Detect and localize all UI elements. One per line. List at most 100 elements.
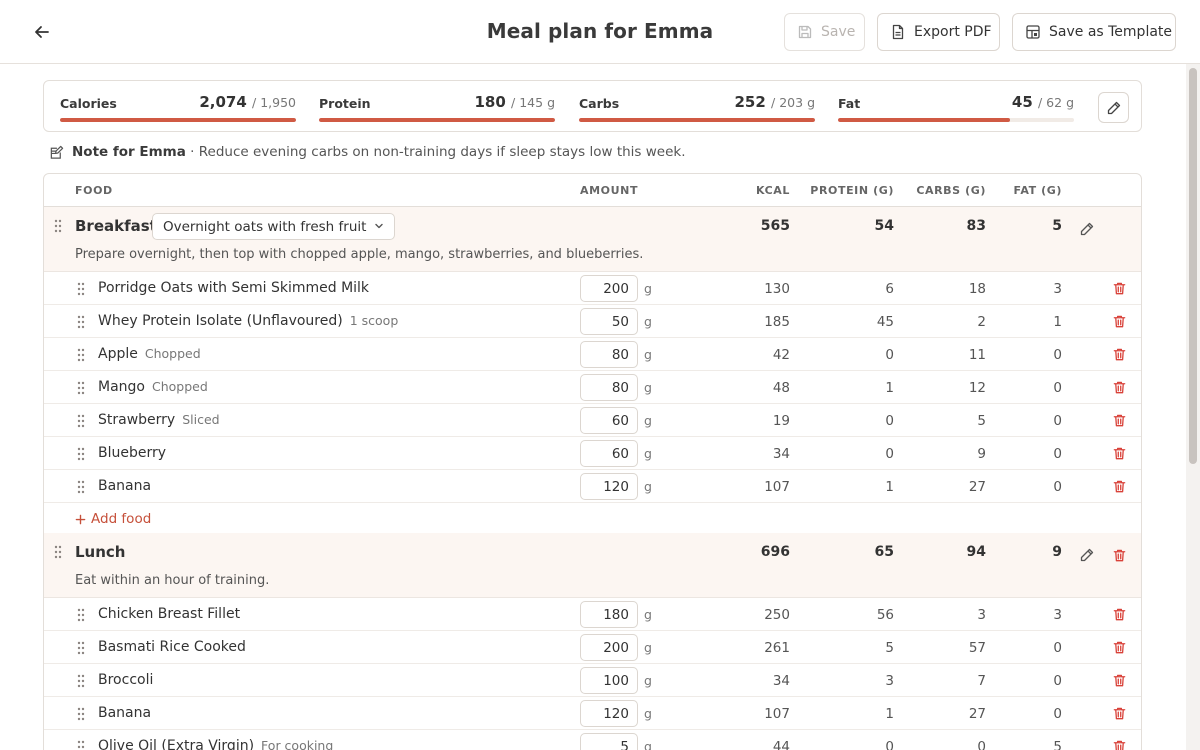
amount-input[interactable] [580,700,638,727]
row-drag-handle[interactable] [77,607,85,626]
amount-input[interactable] [580,275,638,302]
cell-protein: 0 [885,446,894,462]
amount-input[interactable] [580,473,638,500]
note-label: Note for Emma [72,144,186,160]
cell-protein: 0 [885,413,894,429]
macro-calories: Calories 2,074 / 1,950 [60,93,296,123]
delete-meal-button[interactable] [1109,545,1129,565]
macro-progress-bar [838,118,1074,122]
trash-icon [1113,315,1125,327]
edit-meal-button[interactable] [1077,219,1097,239]
delete-food-button[interactable] [1109,703,1129,723]
row-drag-handle[interactable] [77,446,85,465]
macro-progress-fill [60,118,296,122]
drag-handle-icon [54,545,62,559]
amount-input[interactable] [580,407,638,434]
chevron-down-icon-wrap [374,219,384,235]
food-name: Blueberry [98,445,166,461]
amount-input[interactable] [580,733,638,750]
cell-kcal: 130 [764,281,790,297]
cell-fat: 0 [1053,446,1062,462]
meal-header-breakfast: Breakfast Overnight oats with fresh fruit… [44,207,1141,272]
table-row: Strawberry Sliced g 19 0 5 0 [44,404,1141,437]
row-drag-handle[interactable] [77,706,85,725]
meal-variant-select[interactable]: Overnight oats with fresh fruit [152,213,396,240]
row-drag-handle[interactable] [77,281,85,300]
amount-input[interactable] [580,341,638,368]
scrollbar-thumb[interactable] [1189,68,1197,464]
trash-icon [1113,674,1125,686]
add-food-label: Add food [91,511,152,527]
amount-input[interactable] [580,374,638,401]
food-note: Sliced [182,412,220,427]
amount-input[interactable] [580,308,638,335]
amount-unit: g [644,706,652,721]
delete-food-button[interactable] [1109,670,1129,690]
amount-unit: g [644,607,652,622]
delete-food-button[interactable] [1109,311,1129,331]
amount-unit: g [644,479,652,494]
delete-food-button[interactable] [1109,344,1129,364]
meal-header-lunch: Lunch Eat within an hour of training. 696 6… [44,533,1141,598]
meal-total-fat: 9 [1052,544,1062,560]
table-row: Chicken Breast Fillet g 250 56 3 3 [44,598,1141,631]
delete-food-button[interactable] [1109,736,1129,750]
cell-protein: 45 [876,314,894,330]
edit-meal-button[interactable] [1077,545,1097,565]
cell-fat: 0 [1053,706,1062,722]
edit-targets-button[interactable] [1098,92,1129,123]
drag-handle-icon [77,381,85,395]
row-drag-handle[interactable] [77,673,85,692]
row-drag-handle[interactable] [77,640,85,659]
meal-drag-handle[interactable] [54,544,62,563]
food-name: Chicken Breast Fillet [98,606,240,622]
amount-input[interactable] [580,601,638,628]
cell-protein: 1 [885,380,894,396]
row-drag-handle[interactable] [77,739,85,750]
column-header-protein: PROTEIN (G) [810,184,894,197]
cell-fat: 0 [1053,673,1062,689]
meal-drag-handle[interactable] [54,218,62,237]
macro-progress-bar [579,118,815,122]
food-note: For cooking [261,738,334,750]
cell-carbs: 57 [968,640,986,656]
delete-food-button[interactable] [1109,377,1129,397]
table-row: Basmati Rice Cooked g 261 5 57 0 [44,631,1141,664]
trash-icon [1113,282,1125,294]
cell-fat: 1 [1053,314,1062,330]
delete-food-button[interactable] [1109,278,1129,298]
row-drag-handle[interactable] [77,314,85,333]
macro-progress-bar [60,118,296,122]
export-pdf-button[interactable]: Export PDF [877,13,1000,51]
delete-food-button[interactable] [1109,637,1129,657]
amount-input[interactable] [580,440,638,467]
amount-unit: g [644,380,652,395]
delete-food-button[interactable] [1109,410,1129,430]
delete-food-button[interactable] [1109,476,1129,496]
table-row: Blueberry g 34 0 9 0 [44,437,1141,470]
meal-description: Prepare overnight, then top with chopped… [75,247,644,262]
add-food-button[interactable]: Add food [75,511,151,527]
column-header-kcal: KCAL [755,184,790,197]
amount-input[interactable] [580,634,638,661]
amount-input[interactable] [580,667,638,694]
table-row: Olive Oil (Extra Virgin) For cooking g 44 0 0… [44,730,1141,750]
document-icon [892,24,904,40]
row-drag-handle[interactable] [77,347,85,366]
meal-total-protein: 65 [874,544,894,560]
cell-kcal: 34 [772,673,790,689]
cell-fat: 3 [1053,281,1062,297]
save-button[interactable]: Save [784,13,865,51]
macro-progress-bar [319,118,555,122]
save-as-template-button[interactable]: Save as Template [1012,13,1176,51]
row-drag-handle[interactable] [77,413,85,432]
meal-total-carbs: 83 [966,218,986,234]
delete-food-button[interactable] [1109,443,1129,463]
row-drag-handle[interactable] [77,380,85,399]
row-drag-handle[interactable] [77,479,85,498]
macro-value: 180 / 145 g [475,93,556,111]
delete-food-button[interactable] [1109,604,1129,624]
macro-target: / 145 g [511,95,555,110]
template-icon [1026,25,1040,39]
meal-total-kcal: 565 [760,218,790,234]
